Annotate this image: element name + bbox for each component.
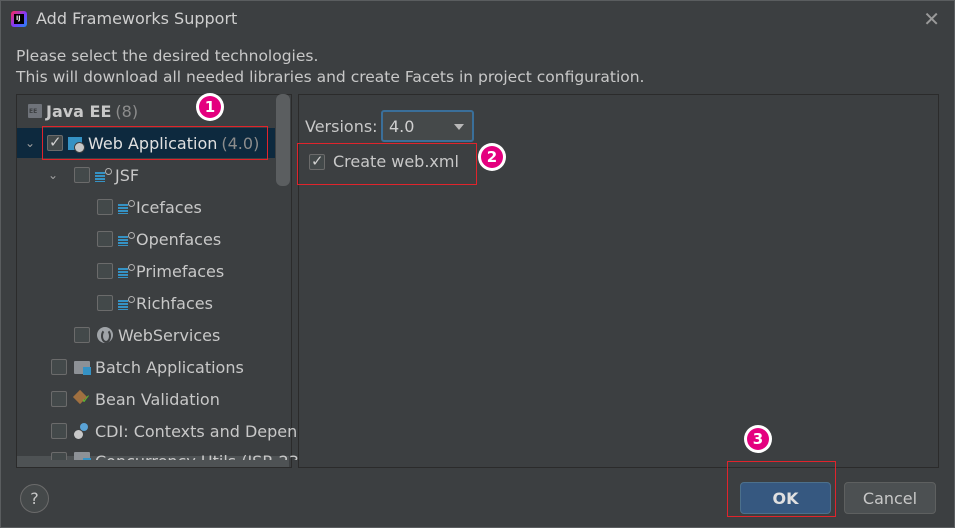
tree-item-openfaces[interactable]: Openfaces — [97, 224, 221, 254]
richfaces-checkbox[interactable] — [97, 295, 113, 311]
chevron-down-icon[interactable]: ⌄ — [23, 136, 37, 150]
java-ee-icon — [28, 104, 42, 118]
highlight-web-application — [42, 126, 268, 160]
title-bar: IJ Add Frameworks Support ✕ — [1, 1, 954, 37]
step-badge-3: 3 — [744, 425, 772, 453]
jsf-library-icon — [118, 296, 135, 310]
close-icon[interactable]: ✕ — [923, 7, 940, 31]
openfaces-checkbox[interactable] — [97, 231, 113, 247]
tree-item-cdi[interactable]: CDI: Contexts and Depen — [51, 416, 297, 446]
webservices-label: WebServices — [118, 325, 221, 345]
bean-validation-label: Bean Validation — [95, 389, 220, 409]
tree-item-webservices[interactable]: WebServices — [74, 320, 220, 350]
jsf-library-icon — [118, 264, 135, 278]
batch-applications-checkbox[interactable] — [51, 359, 67, 375]
batch-folder-icon — [74, 360, 91, 375]
java-ee-count: (8) — [115, 101, 139, 121]
tree-vertical-scrollbar[interactable] — [276, 94, 290, 186]
tree-item-batch-applications[interactable]: Batch Applications — [51, 352, 244, 382]
jsf-icon — [95, 168, 112, 182]
cdi-checkbox[interactable] — [51, 423, 67, 439]
globe-icon — [97, 327, 113, 343]
jsf-library-icon — [118, 200, 135, 214]
jsf-label: JSF — [115, 165, 140, 185]
highlight-create-webxml — [297, 143, 477, 185]
versions-label: Versions: — [305, 117, 378, 136]
intellij-logo-icon: IJ — [11, 11, 27, 27]
cancel-button[interactable]: Cancel — [844, 482, 936, 514]
richfaces-label: Richfaces — [136, 293, 213, 313]
concurrency-icon — [74, 452, 91, 460]
cdi-icon — [74, 423, 90, 439]
ok-button[interactable]: OK — [740, 482, 831, 514]
step-badge-2: 2 — [478, 143, 506, 171]
bean-validation-checkbox[interactable] — [51, 391, 67, 407]
batch-applications-label: Batch Applications — [95, 357, 244, 377]
dialog-title: Add Frameworks Support — [36, 9, 238, 28]
step-badge-1: 1 — [196, 93, 224, 121]
icefaces-label: Icefaces — [136, 197, 202, 217]
tree-item-primefaces[interactable]: Primefaces — [97, 256, 224, 286]
tree-item-icefaces[interactable]: Icefaces — [97, 192, 202, 222]
concurrency-utils-label: Concurrency Utils (JSR 23 — [95, 452, 299, 460]
webservices-checkbox[interactable] — [74, 327, 90, 343]
description-line-1: Please select the desired technologies. — [16, 47, 319, 65]
tree-item-concurrency-utils[interactable]: Concurrency Utils (JSR 23 — [51, 448, 299, 460]
jsf-library-icon — [118, 232, 135, 246]
jsf-checkbox[interactable] — [74, 167, 90, 183]
primefaces-label: Primefaces — [136, 261, 225, 281]
cdi-label: CDI: Contexts and Depen — [95, 421, 298, 441]
bean-validation-icon — [74, 391, 91, 407]
chevron-down-icon[interactable]: ⌄ — [46, 168, 60, 182]
concurrency-utils-checkbox[interactable] — [51, 452, 67, 460]
tree-item-java-ee[interactable]: Java EE (8) — [28, 96, 138, 126]
versions-dropdown[interactable]: 4.0 — [381, 110, 474, 142]
primefaces-checkbox[interactable] — [97, 263, 113, 279]
java-ee-label: Java EE — [46, 101, 112, 121]
dropdown-caret-icon — [454, 124, 464, 130]
tree-item-jsf[interactable]: ⌄ JSF — [46, 160, 139, 190]
tree-item-bean-validation[interactable]: Bean Validation — [51, 384, 220, 414]
help-button[interactable]: ? — [20, 484, 49, 513]
icefaces-checkbox[interactable] — [97, 199, 113, 215]
description-line-2: This will download all needed libraries … — [16, 68, 645, 86]
openfaces-label: Openfaces — [136, 229, 222, 249]
versions-selected-value: 4.0 — [389, 116, 415, 136]
tree-item-richfaces[interactable]: Richfaces — [97, 288, 213, 318]
